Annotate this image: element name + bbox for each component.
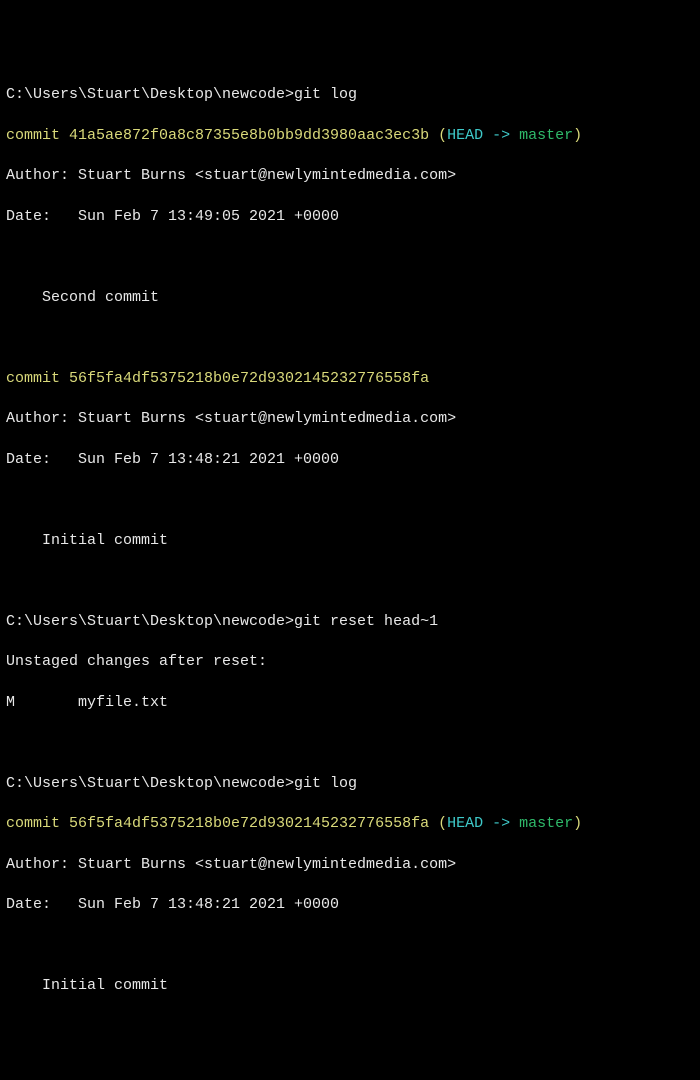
commit-line-2: commit 56f5fa4df5375218b0e72d93021452327… (6, 369, 694, 389)
commit-hash: 56f5fa4df5375218b0e72d9302145232776558fa (69, 815, 429, 832)
date-line: Date: Sun Feb 7 13:48:21 2021 +0000 (6, 450, 694, 470)
commit-label: commit (6, 370, 69, 387)
blank-line (6, 490, 694, 510)
commit-label: commit (6, 127, 69, 144)
command-text: git reset head~1 (294, 613, 438, 630)
author-line: Author: Stuart Burns <stuart@newlyminted… (6, 166, 694, 186)
blank-line (6, 328, 694, 348)
commit-line-1: commit 41a5ae872f0a8c87355e8b0bb9dd3980a… (6, 126, 694, 146)
command-text: git log (294, 86, 357, 103)
reset-file-line: M myfile.txt (6, 693, 694, 713)
commit-message: Second commit (6, 288, 694, 308)
blank-line (6, 247, 694, 267)
branch-name: master (519, 815, 573, 832)
prompt-path: C:\Users\Stuart\Desktop\newcode> (6, 86, 294, 103)
prompt-line-1[interactable]: C:\Users\Stuart\Desktop\newcode>git log (6, 85, 694, 105)
blank-line (6, 733, 694, 753)
prompt-line-3[interactable]: C:\Users\Stuart\Desktop\newcode>git log (6, 774, 694, 794)
ref-close: ) (573, 815, 582, 832)
prompt-line-2[interactable]: C:\Users\Stuart\Desktop\newcode>git rese… (6, 612, 694, 632)
ref-close: ) (573, 127, 582, 144)
date-line: Date: Sun Feb 7 13:49:05 2021 +0000 (6, 207, 694, 227)
commit-label: commit (6, 815, 69, 832)
commit-line-3: commit 56f5fa4df5375218b0e72d93021452327… (6, 814, 694, 834)
prompt-path: C:\Users\Stuart\Desktop\newcode> (6, 775, 294, 792)
command-text: git log (294, 775, 357, 792)
head-ref: HEAD -> (447, 127, 519, 144)
reset-header: Unstaged changes after reset: (6, 652, 694, 672)
blank-line (6, 571, 694, 591)
head-ref: HEAD -> (447, 815, 519, 832)
prompt-path: C:\Users\Stuart\Desktop\newcode> (6, 613, 294, 630)
author-line: Author: Stuart Burns <stuart@newlyminted… (6, 409, 694, 429)
commit-message: Initial commit (6, 976, 694, 996)
date-line: Date: Sun Feb 7 13:48:21 2021 +0000 (6, 895, 694, 915)
author-line: Author: Stuart Burns <stuart@newlyminted… (6, 855, 694, 875)
commit-hash: 56f5fa4df5375218b0e72d9302145232776558fa (69, 370, 429, 387)
commit-message: Initial commit (6, 531, 694, 551)
ref-open: ( (429, 815, 447, 832)
blank-line (6, 936, 694, 956)
ref-open: ( (429, 127, 447, 144)
branch-name: master (519, 127, 573, 144)
commit-hash: 41a5ae872f0a8c87355e8b0bb9dd3980aac3ec3b (69, 127, 429, 144)
